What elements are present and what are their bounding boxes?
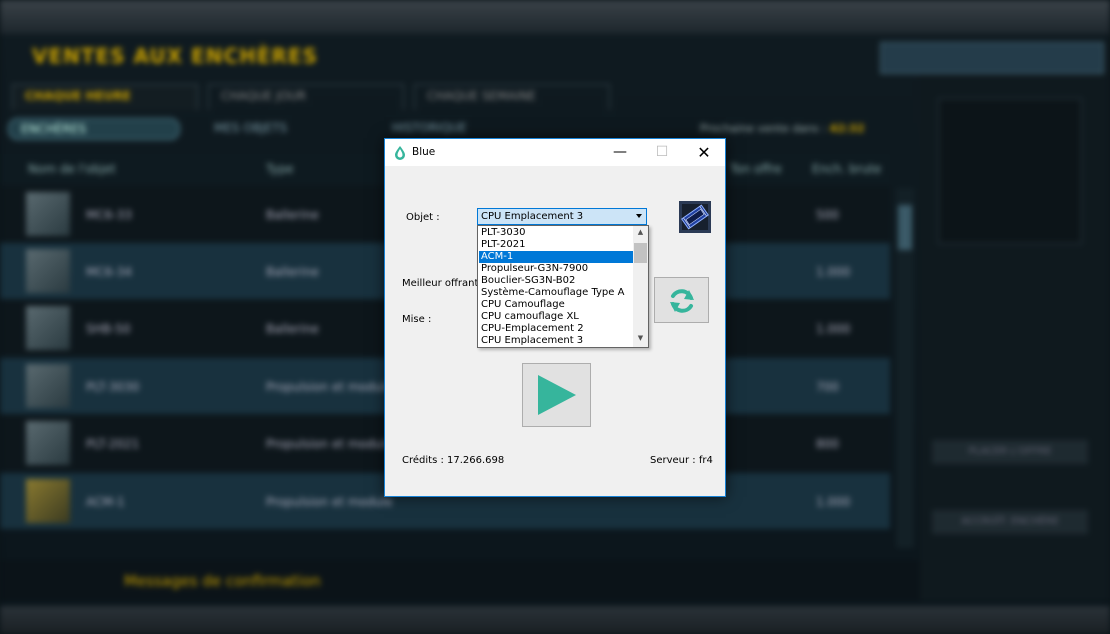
column-header-type[interactable]: Type <box>266 162 294 176</box>
item-bid: 1.000 <box>816 322 851 336</box>
item-select[interactable]: CPU Emplacement 3 <box>477 208 647 225</box>
bid-label: Mise : <box>402 314 432 325</box>
item-thumbnail <box>26 249 70 293</box>
best-bidder-label: Meilleur offrant : <box>402 278 485 289</box>
tab-weekly[interactable]: CHAQUE SEMAINE <box>414 84 610 110</box>
item-name: MC6-34 <box>86 265 132 279</box>
item-bid: 800 <box>816 437 839 451</box>
messages-label: Messages de confirmation <box>124 572 321 590</box>
play-button[interactable] <box>522 363 591 427</box>
item-thumbnail <box>26 192 70 236</box>
blue-window: Blue — ☐ ✕ Objet : Meilleur offrant : Mi… <box>384 138 726 497</box>
item-thumbnail <box>26 364 70 408</box>
column-header-name[interactable]: Nom de l'objet <box>28 162 116 176</box>
credits-text: Crédits : 17.266.698 <box>402 455 505 466</box>
table-scrollbar-thumb[interactable] <box>898 205 912 250</box>
dropdown-option-selected[interactable]: ACM-1 <box>479 251 633 263</box>
item-bid: 1.000 <box>816 495 851 509</box>
dropdown-option[interactable]: CPU Camouflage <box>479 299 633 311</box>
column-header-offer[interactable]: Ton offre <box>730 162 782 176</box>
server-text: Serveur : fr4 <box>650 455 713 466</box>
item-type: Propulsion et module <box>266 495 393 509</box>
item-dropdown-list[interactable]: PLT-3030 PLT-2021 ACM-1 Propulseur-G3N-7… <box>477 225 649 348</box>
scroll-up-icon[interactable]: ▲ <box>633 228 648 238</box>
item-name: ACM-1 <box>86 495 125 509</box>
item-bid: 500 <box>816 208 839 222</box>
tab-daily[interactable]: CHAQUE JOUR <box>208 84 404 110</box>
next-sale-info: Prochaine vente dans : 42:32 <box>700 122 865 135</box>
item-type: Ballerine <box>266 322 319 336</box>
item-thumbnail <box>26 421 70 465</box>
window-title: Blue <box>412 146 436 158</box>
item-name: MC6-33 <box>86 208 132 222</box>
place-bid-button[interactable]: PLACER L'OFFRE <box>932 440 1088 464</box>
cpu-chip-icon <box>679 201 711 233</box>
dropdown-option[interactable]: CPU camouflage XL <box>479 311 633 323</box>
refresh-icon <box>670 289 694 313</box>
close-button[interactable]: ✕ <box>683 139 725 166</box>
dropdown-option[interactable]: PLT-2021 <box>479 239 633 251</box>
item-type: Propulsion et module <box>266 437 393 451</box>
item-thumbnail <box>26 479 70 523</box>
dropdown-option[interactable]: CPU Emplacement 3 <box>479 335 633 347</box>
filter-input[interactable] <box>880 42 1104 74</box>
subtab-auctions[interactable]: ENCHÈRES <box>8 118 180 140</box>
tab-hourly[interactable]: CHAQUE HEURE <box>12 84 198 110</box>
dropdown-option[interactable]: CPU-Emplacement 2 <box>479 323 633 335</box>
dropdown-scrollbar[interactable]: ▲ ▼ <box>633 226 648 347</box>
column-header-bid[interactable]: Ench. brute <box>812 162 881 176</box>
subtab-history[interactable]: HISTORIQUE <box>380 118 530 140</box>
item-bid: 700 <box>816 380 839 394</box>
water-drop-icon <box>395 146 405 160</box>
game-bottom-bar <box>0 606 1110 634</box>
item-type: Propulsion et module <box>266 380 393 394</box>
item-name: PLT-3030 <box>86 380 140 394</box>
item-bid: 1.000 <box>816 265 851 279</box>
item-type: Ballerine <box>266 265 319 279</box>
dropdown-option[interactable]: Système-Camouflage Type A <box>479 287 633 299</box>
chevron-down-icon[interactable] <box>636 214 642 218</box>
item-name: SHB-50 <box>86 322 131 336</box>
item-name: PLT-2021 <box>86 437 140 451</box>
title-bar[interactable]: Blue — ☐ ✕ <box>385 139 725 166</box>
item-thumbnail <box>26 306 70 350</box>
bid-increase-button[interactable]: ACCROÎT. ENCHÈRE <box>932 510 1088 534</box>
maximize-button[interactable]: ☐ <box>641 139 683 166</box>
item-type: Ballerine <box>266 208 319 222</box>
objet-label: Objet : <box>406 212 440 223</box>
play-icon <box>538 375 576 415</box>
dropdown-option[interactable]: PLT-3030 <box>479 227 633 239</box>
subtab-my-items[interactable]: MES OBJETS <box>202 118 352 140</box>
dropdown-option[interactable]: Bouclier-SG3N-B02 <box>479 275 633 287</box>
minimize-button[interactable]: — <box>599 139 641 166</box>
scroll-down-icon[interactable]: ▼ <box>633 334 648 344</box>
item-preview <box>938 98 1082 244</box>
item-select-value: CPU Emplacement 3 <box>481 211 584 222</box>
dropdown-scrollbar-thumb[interactable] <box>634 243 647 263</box>
auction-title: VENTES AUX ENCHÈRES <box>32 44 318 68</box>
refresh-button[interactable] <box>654 277 709 323</box>
dropdown-option[interactable]: Propulseur-G3N-7900 <box>479 263 633 275</box>
game-top-bar <box>0 0 1110 34</box>
